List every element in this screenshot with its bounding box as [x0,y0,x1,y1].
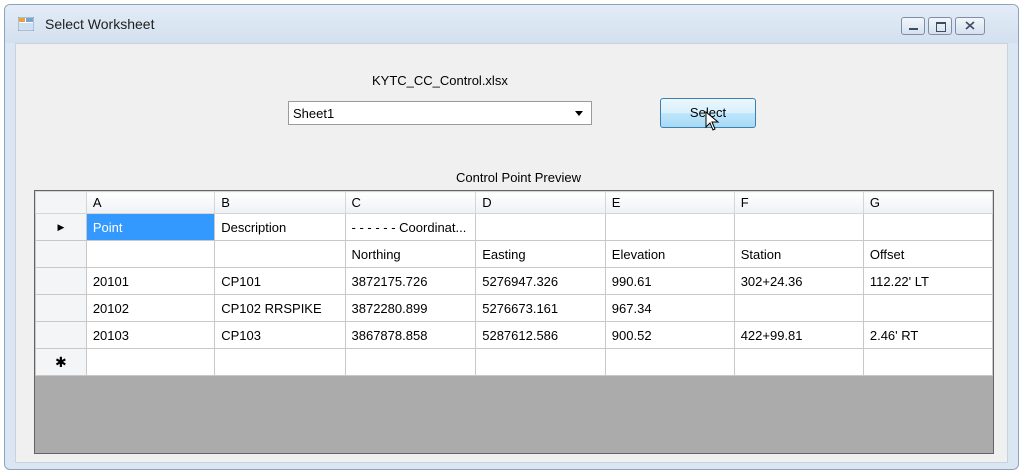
sheet-dropdown[interactable]: Sheet1 [288,101,592,125]
file-name-label: KYTC_CC_Control.xlsx [372,73,508,88]
row-header[interactable] [35,267,87,295]
column-header-row: A B C D E F G [35,191,993,214]
table-row[interactable]: 20103 CP103 3867878.858 5287612.586 900.… [35,321,993,349]
table-cell[interactable]: Station [733,240,864,268]
column-header[interactable]: F [733,191,864,214]
table-cell[interactable]: Point [85,213,216,241]
table-cell[interactable]: CP103 [214,321,346,349]
row-header[interactable] [35,321,87,349]
column-header[interactable]: E [604,191,735,214]
table-cell[interactable]: 990.61 [604,267,735,295]
table-cell[interactable] [475,348,606,376]
table-cell[interactable]: 20101 [85,267,216,295]
column-header[interactable]: G [862,191,993,214]
table-cell[interactable]: Elevation [604,240,735,268]
table-cell[interactable] [733,294,864,322]
sheet-dropdown-value: Sheet1 [293,106,335,121]
table-cell[interactable] [475,213,606,241]
table-cell[interactable]: 5287612.586 [475,321,606,349]
table-cell[interactable]: 900.52 [604,321,735,349]
column-header[interactable]: D [475,191,606,214]
table-cell[interactable]: CP101 [214,267,346,295]
table-cell[interactable]: 5276947.326 [475,267,606,295]
table-cell[interactable]: 2.46' RT [862,321,993,349]
table-cell[interactable] [214,240,346,268]
table-cell[interactable]: 3872280.899 [344,294,477,322]
table-cell[interactable]: 112.22' LT [862,267,993,295]
column-header[interactable]: A [85,191,216,214]
table-cell[interactable]: CP102 RRSPIKE [214,294,346,322]
table-cell[interactable] [344,348,477,376]
title-bar[interactable]: Select Worksheet [5,5,1018,43]
mouse-cursor-icon [705,111,720,131]
table-row[interactable]: 20102 CP102 RRSPIKE 3872280.899 5276673.… [35,294,993,322]
preview-table: A B C D E F G ▶ Point Description - - - … [35,191,993,376]
column-header[interactable]: B [214,191,346,214]
maximize-icon [936,22,946,32]
table-cell[interactable] [733,213,864,241]
close-icon [965,21,975,30]
maximize-button[interactable] [928,17,952,35]
preview-label: Control Point Preview [456,170,581,185]
table-cell[interactable]: 20103 [85,321,216,349]
table-row[interactable]: 20101 CP101 3872175.726 5276947.326 990.… [35,267,993,295]
table-cell[interactable] [85,348,216,376]
minimize-icon [909,28,918,30]
column-header[interactable]: C [344,191,477,214]
new-row-asterisk-icon[interactable]: ✱ [35,348,87,376]
table-cell[interactable]: Northing [344,240,477,268]
table-cell[interactable] [604,213,735,241]
grid-corner[interactable] [35,191,87,214]
table-cell[interactable]: 967.34 [604,294,735,322]
table-cell[interactable] [85,240,216,268]
table-cell[interactable]: 302+24.36 [733,267,864,295]
table-cell[interactable] [862,213,993,241]
table-cell[interactable]: 3872175.726 [344,267,477,295]
new-row[interactable]: ✱ [35,348,993,376]
app-icon [18,17,34,31]
table-cell[interactable] [214,348,346,376]
minimize-button[interactable] [901,17,925,35]
table-cell[interactable]: 422+99.81 [733,321,864,349]
close-button[interactable] [955,17,985,35]
table-cell[interactable]: Easting [475,240,606,268]
table-cell[interactable]: 3867878.858 [344,321,477,349]
row-header[interactable] [35,294,87,322]
table-cell[interactable] [862,294,993,322]
table-cell[interactable]: Offset [862,240,993,268]
current-row-indicator-icon[interactable]: ▶ [35,213,87,241]
window-title: Select Worksheet [45,16,155,32]
table-cell[interactable]: Description [214,213,346,241]
table-cell[interactable]: - - - - - - Coordinat... [344,213,477,241]
select-worksheet-window: Select Worksheet KYTC_CC_Control.xlsx Sh… [4,4,1019,470]
preview-grid[interactable]: A B C D E F G ▶ Point Description - - - … [34,190,994,454]
dialog-body: KYTC_CC_Control.xlsx Sheet1 Select Contr… [15,43,1008,463]
table-cell[interactable]: 5276673.161 [475,294,606,322]
row-header[interactable] [35,240,87,268]
table-cell[interactable] [862,348,993,376]
table-cell[interactable]: 20102 [85,294,216,322]
chevron-down-icon[interactable] [575,111,583,116]
table-row[interactable]: ▶ Point Description - - - - - - Coordina… [35,213,993,241]
table-cell[interactable] [733,348,864,376]
table-row[interactable]: Northing Easting Elevation Station Offse… [35,240,993,268]
table-cell[interactable] [604,348,735,376]
